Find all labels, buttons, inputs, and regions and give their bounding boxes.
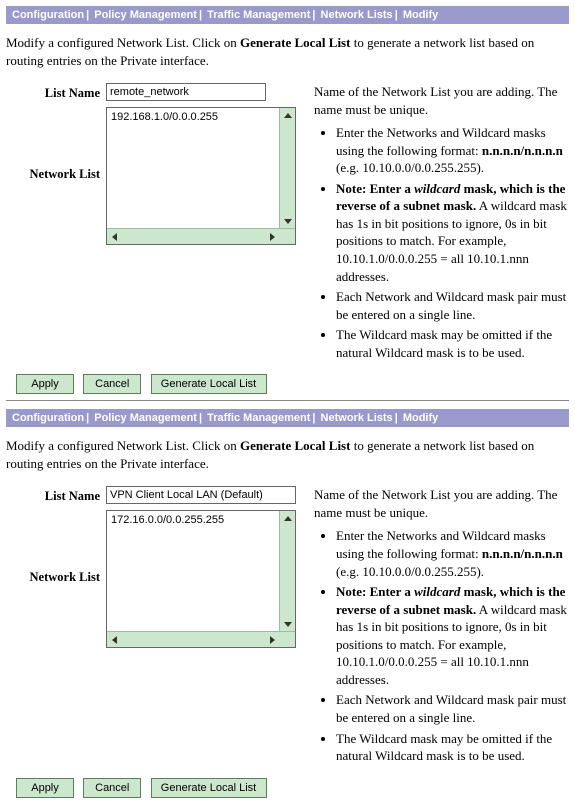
scrollbar-vertical[interactable] — [279, 108, 295, 229]
scroll-left-icon[interactable] — [107, 229, 122, 244]
panel-1: Configuration| Policy Management| Traffi… — [6, 6, 569, 394]
network-list-textarea[interactable]: 172.16.0.0/0.0.255.255 — [106, 510, 296, 648]
list-name-input[interactable] — [106, 486, 296, 504]
apply-button[interactable]: Apply — [16, 374, 74, 394]
network-list-label: Network List — [6, 107, 106, 182]
scrollbar-horizontal[interactable] — [107, 631, 295, 647]
generate-local-list-button[interactable]: Generate Local List — [151, 778, 267, 798]
scroll-right-icon[interactable] — [265, 632, 280, 647]
scroll-up-icon[interactable] — [280, 108, 295, 123]
list-name-label: List Name — [6, 486, 106, 504]
network-list-textarea[interactable]: 192.168.1.0/0.0.0.255 — [106, 107, 296, 245]
cancel-button[interactable]: Cancel — [83, 374, 141, 394]
breadcrumb: Configuration| Policy Management| Traffi… — [6, 6, 569, 24]
list-name-input[interactable] — [106, 83, 266, 101]
network-list-label: Network List — [6, 510, 106, 585]
breadcrumb: Configuration| Policy Management| Traffi… — [6, 409, 569, 427]
generate-local-list-button[interactable]: Generate Local List — [151, 374, 267, 394]
scroll-right-icon[interactable] — [265, 229, 280, 244]
cancel-button[interactable]: Cancel — [83, 778, 141, 798]
scroll-down-icon[interactable] — [280, 214, 295, 229]
page-description: Modify a configured Network List. Click … — [6, 437, 563, 472]
help-text: Name of the Network List you are adding.… — [296, 83, 569, 364]
panel-2: Configuration| Policy Management| Traffi… — [6, 409, 569, 797]
help-text: Name of the Network List you are adding.… — [296, 486, 569, 767]
list-name-label: List Name — [6, 83, 106, 101]
scrollbar-horizontal[interactable] — [107, 228, 295, 244]
apply-button[interactable]: Apply — [16, 778, 74, 798]
section-divider — [6, 400, 569, 401]
page-description: Modify a configured Network List. Click … — [6, 34, 563, 69]
scroll-up-icon[interactable] — [280, 511, 295, 526]
scroll-left-icon[interactable] — [107, 632, 122, 647]
scrollbar-vertical[interactable] — [279, 511, 295, 632]
scroll-down-icon[interactable] — [280, 617, 295, 632]
